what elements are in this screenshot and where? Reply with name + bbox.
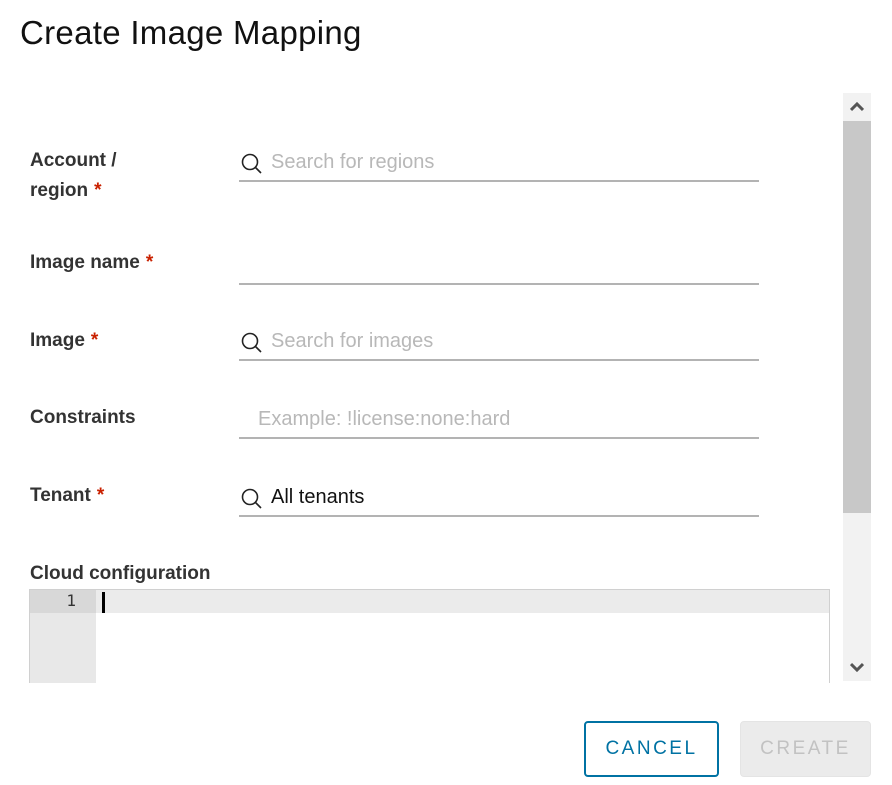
- image-placeholder: Search for images: [271, 330, 434, 352]
- scroll-down-button[interactable]: [843, 653, 871, 681]
- constraints-placeholder: Example: !license:none:hard: [258, 408, 511, 430]
- account-region-search-field[interactable]: Search for regions: [239, 144, 759, 182]
- tenant-value: All tenants: [271, 486, 365, 508]
- form-scrollbar[interactable]: [843, 93, 871, 681]
- tenant-label-text: Tenant: [30, 485, 91, 506]
- required-marker: *: [94, 180, 102, 201]
- scroll-thumb[interactable]: [843, 121, 871, 513]
- dialog-title: Create Image Mapping: [20, 14, 362, 51]
- line-number: 1: [66, 591, 76, 610]
- chevron-down-icon: [850, 662, 864, 672]
- tenant-label: Tenant *: [30, 481, 104, 511]
- image-name-input[interactable]: [239, 247, 759, 285]
- create-button[interactable]: CREATE: [740, 721, 871, 777]
- account-region-label-line2: region: [30, 180, 89, 201]
- required-marker: *: [145, 252, 154, 273]
- gutter-active-line: 1: [30, 590, 96, 613]
- constraints-label-text: Constraints: [30, 407, 136, 428]
- cloud-configuration-label: Cloud configuration: [30, 559, 210, 589]
- required-marker: *: [90, 330, 99, 351]
- tenant-search-field[interactable]: All tenants: [239, 479, 759, 517]
- image-name-label-text: Image name: [30, 252, 140, 273]
- constraints-label: Constraints: [30, 403, 136, 433]
- image-label-text: Image: [30, 330, 85, 351]
- editor-gutter: 1: [30, 590, 96, 683]
- chevron-up-icon: [850, 102, 864, 112]
- text-cursor: [102, 592, 105, 613]
- search-icon: [241, 332, 262, 353]
- search-icon: [241, 488, 262, 509]
- image-search-field[interactable]: Search for images: [239, 323, 759, 361]
- account-region-label: Account / region *: [30, 146, 117, 206]
- account-region-placeholder: Search for regions: [271, 151, 435, 173]
- cancel-button[interactable]: CANCEL: [584, 721, 719, 777]
- image-name-label: Image name *: [30, 248, 153, 278]
- cloud-configuration-label-text: Cloud configuration: [30, 563, 211, 584]
- constraints-input[interactable]: Example: !license:none:hard: [239, 401, 759, 439]
- required-marker: *: [96, 485, 105, 506]
- cloud-configuration-editor[interactable]: 1: [29, 589, 830, 683]
- scroll-up-button[interactable]: [843, 93, 871, 121]
- search-icon: [241, 153, 262, 174]
- editor-active-line[interactable]: [96, 590, 829, 613]
- image-label: Image *: [30, 326, 98, 356]
- account-region-label-line1: Account /: [30, 150, 117, 171]
